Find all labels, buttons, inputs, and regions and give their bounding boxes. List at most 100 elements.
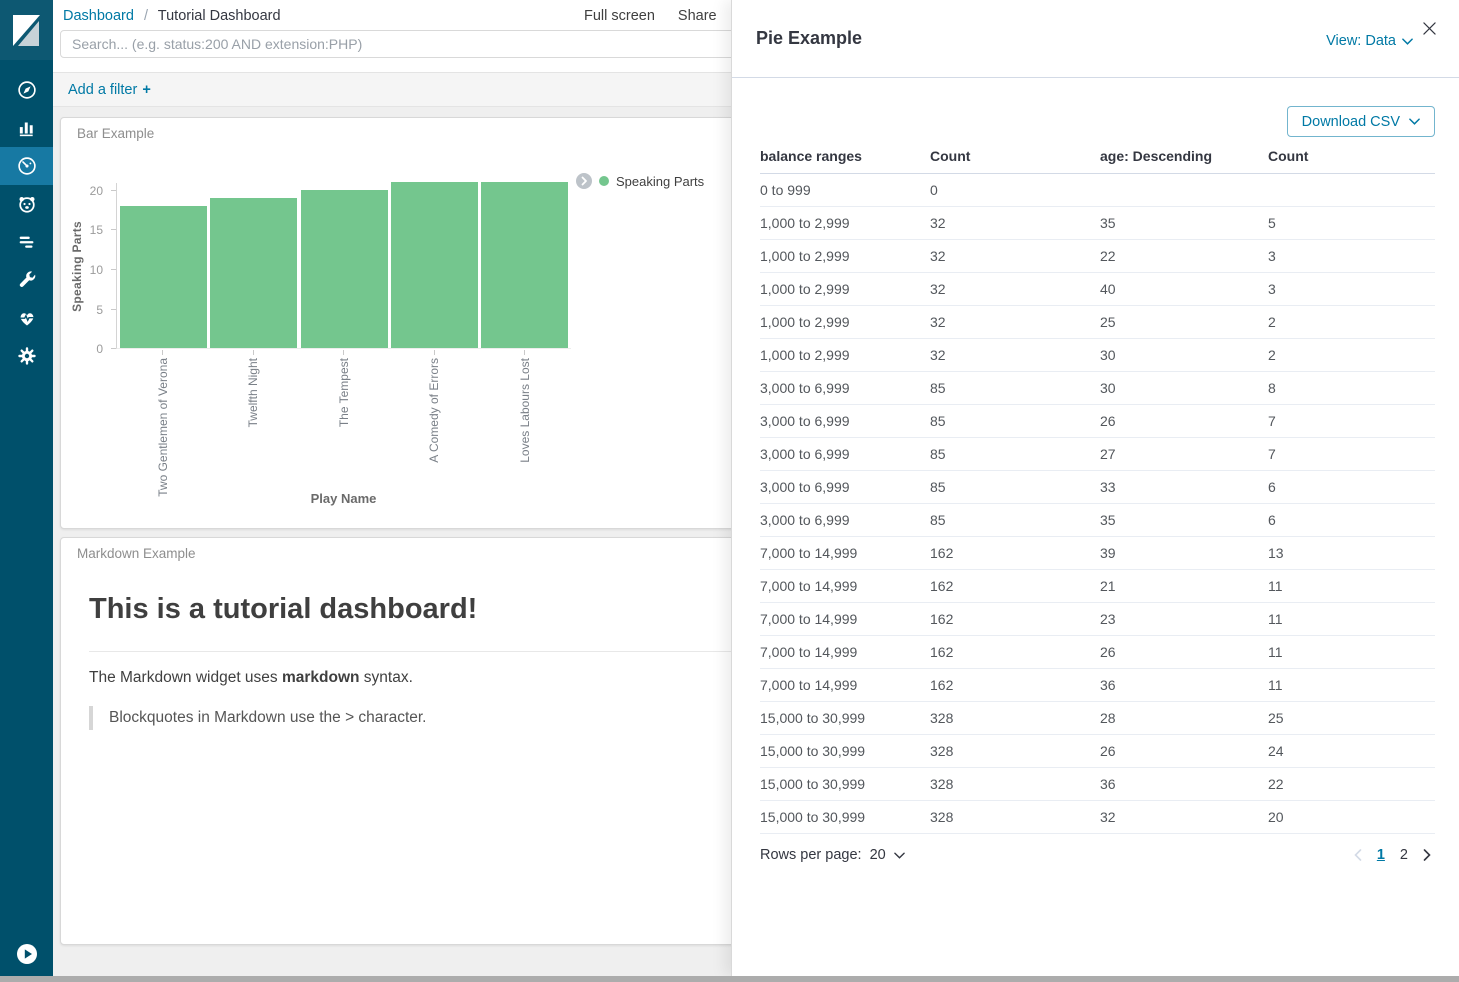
table-row: 15,000 to 30,9993282624	[760, 735, 1435, 768]
bar[interactable]	[481, 182, 568, 348]
x-axis-title: Play Name	[116, 491, 571, 506]
sidebar-item-discover[interactable]	[0, 71, 53, 109]
table-row: 15,000 to 30,9993283220	[760, 801, 1435, 834]
sidebar-item-timelion[interactable]	[0, 185, 53, 223]
compass-icon	[16, 79, 38, 101]
table-row: 7,000 to 14,9991623913	[760, 537, 1435, 570]
table-row: 0 to 9990	[760, 174, 1435, 207]
legend-series-label[interactable]: Speaking Parts	[616, 174, 704, 189]
markdown-heading: This is a tutorial dashboard!	[89, 592, 477, 626]
column-header: balance ranges	[760, 148, 930, 174]
chevron-left-icon	[1354, 849, 1362, 861]
rows-per-page-button[interactable]: Rows per page: 20	[760, 847, 905, 863]
y-ticks-container: 05101520	[61, 183, 116, 349]
table-row: 7,000 to 14,9991622611	[760, 636, 1435, 669]
gauge-icon	[16, 155, 38, 177]
table-body: 0 to 99901,000 to 2,999323551,000 to 2,9…	[760, 174, 1435, 834]
data-table: balance rangesCountage: DescendingCount …	[760, 148, 1435, 834]
lines-icon	[16, 231, 38, 253]
table-row: 1,000 to 2,99932403	[760, 273, 1435, 306]
y-axis-tick-label: 20	[73, 184, 103, 198]
pagination: Rows per page: 20 12	[760, 847, 1435, 863]
window-bottom-edge	[0, 976, 1459, 982]
pie-example-flyout: Pie Example View: Data Download CSV bala…	[731, 0, 1459, 976]
table-row: 7,000 to 14,9991623611	[760, 669, 1435, 702]
column-header: Count	[930, 148, 1100, 174]
view-data-selector[interactable]: View: Data	[1326, 33, 1413, 49]
panel-title: Markdown Example	[77, 546, 196, 561]
bar[interactable]	[301, 190, 388, 348]
x-axis-label: The Tempest	[337, 358, 351, 427]
table-row: 3,000 to 6,99985308	[760, 372, 1435, 405]
y-axis-tick-label: 5	[73, 303, 103, 317]
chart-legend: Speaking Parts	[576, 173, 704, 189]
page-controls: 12	[1354, 847, 1431, 863]
table-row: 3,000 to 6,99985336	[760, 471, 1435, 504]
download-csv-button[interactable]: Download CSV	[1287, 106, 1435, 137]
bar[interactable]	[391, 182, 478, 348]
sidebar-item-dev-tools[interactable]	[0, 261, 53, 299]
table-row: 15,000 to 30,9993282825	[760, 702, 1435, 735]
table-row: 7,000 to 14,9991622111	[760, 570, 1435, 603]
table-row: 1,000 to 2,99932252	[760, 306, 1435, 339]
table-row: 1,000 to 2,99932223	[760, 240, 1435, 273]
bars-container	[117, 183, 571, 348]
flyout-header: Pie Example View: Data	[732, 0, 1459, 78]
plus-icon: +	[142, 82, 150, 98]
table-row: 3,000 to 6,99985267	[760, 405, 1435, 438]
sidebar-item-logs[interactable]	[0, 223, 53, 261]
top-actions: Full screen Share	[584, 8, 717, 24]
breadcrumb-separator: /	[144, 8, 148, 24]
sidebar-item-visualize[interactable]	[0, 109, 53, 147]
sidebar-item-management[interactable]	[0, 337, 53, 375]
page-number-1[interactable]: 1	[1377, 847, 1385, 863]
table-row: 1,000 to 2,99932355	[760, 207, 1435, 240]
x-axis-label: Two Gentlemen of Verona	[156, 358, 170, 497]
markdown-blockquote: Blockquotes in Markdown use the > charac…	[89, 706, 427, 730]
bar-chart-icon	[16, 117, 38, 139]
wrench-icon	[16, 269, 38, 291]
share-button[interactable]: Share	[678, 8, 717, 24]
legend-toggle-button[interactable]	[576, 173, 592, 189]
page-numbers: 12	[1377, 847, 1408, 863]
bar[interactable]	[210, 198, 297, 348]
table-row: 3,000 to 6,99985277	[760, 438, 1435, 471]
sidebar	[0, 0, 53, 976]
page-number-2[interactable]: 2	[1400, 847, 1408, 863]
heartbeat-icon	[16, 307, 38, 329]
next-page-button[interactable]	[1423, 849, 1431, 861]
flyout-title: Pie Example	[756, 28, 862, 49]
table-row: 15,000 to 30,9993283622	[760, 768, 1435, 801]
table-row: 3,000 to 6,99985356	[760, 504, 1435, 537]
close-button[interactable]	[1421, 20, 1438, 37]
kibana-logo-icon	[13, 15, 40, 46]
breadcrumb-current: Tutorial Dashboard	[158, 8, 281, 24]
chevron-down-icon	[1409, 118, 1420, 125]
y-axis-tick-label: 15	[73, 223, 103, 237]
face-icon	[16, 193, 38, 215]
sidebar-collapse-button[interactable]	[15, 942, 39, 966]
breadcrumb: Dashboard / Tutorial Dashboard	[63, 8, 281, 24]
full-screen-button[interactable]: Full screen	[584, 8, 655, 24]
sidebar-nav	[0, 71, 53, 375]
table-row: 1,000 to 2,99932302	[760, 339, 1435, 372]
breadcrumb-dashboard-link[interactable]: Dashboard	[63, 8, 134, 24]
sidebar-item-monitoring[interactable]	[0, 299, 53, 337]
y-axis-tick-label: 10	[73, 263, 103, 277]
x-axis-label: Loves Labours Lost	[518, 358, 532, 463]
chevron-down-icon	[1402, 38, 1413, 45]
play-circle-icon	[15, 942, 39, 966]
x-labels-container: Two Gentlemen of VeronaTwelfth NightThe …	[116, 358, 571, 500]
close-icon	[1423, 22, 1436, 35]
chevron-right-icon	[1423, 849, 1431, 861]
markdown-paragraph: The Markdown widget uses markdown syntax…	[89, 669, 413, 687]
chevron-down-icon	[894, 852, 905, 859]
gear-icon	[16, 345, 38, 367]
kibana-logo[interactable]	[0, 0, 53, 60]
x-axis-label: A Comedy of Errors	[427, 358, 441, 463]
previous-page-button[interactable]	[1354, 849, 1362, 861]
sidebar-item-dashboard[interactable]	[0, 147, 53, 185]
table-header-row: balance rangesCountage: DescendingCount	[760, 148, 1435, 174]
bar[interactable]	[120, 206, 207, 348]
add-filter-button[interactable]: Add a filter+	[68, 82, 151, 98]
